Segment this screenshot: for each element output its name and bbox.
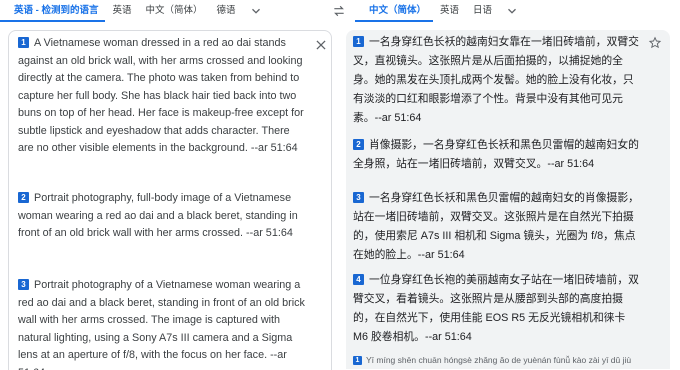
- paragraph-text: Portrait photography, full-body image of…: [18, 192, 298, 239]
- close-icon[interactable]: [314, 38, 328, 52]
- paragraph-number-badge: 3: [18, 279, 29, 290]
- star-icon[interactable]: [648, 36, 662, 50]
- paragraph-number-badge: 1: [353, 36, 364, 47]
- chevron-down-icon[interactable]: [505, 4, 519, 18]
- translation-paragraph: 2 肖像摄影，一名身穿红色长袄和黑色贝雷帽的越南妇女的全身照，站在一堵旧砖墙前，双…: [353, 136, 643, 174]
- source-paragraph: 3 Portrait photography of a Vietnamese wo…: [18, 277, 306, 370]
- tab-source-german[interactable]: 德语: [209, 0, 242, 22]
- paragraph-text: 一位身穿红色长袍的美丽越南女子站在一堵旧砖墙前，双臂交叉，看着镜头。这张照片是从…: [353, 274, 639, 343]
- pinyin-transliteration: 1 Yī míng shēn chuān hóngsè zhǎng ǎo de y…: [353, 355, 653, 365]
- source-paragraph: 1A Vietnamese woman dressed in a red ao …: [18, 35, 306, 158]
- paragraph-number-badge: 1: [18, 37, 29, 48]
- translation-pane: 1 一名身穿红色长袄的越南妇女靠在一堵旧砖墙前，双臂交叉，直视镜头。这张照片是从后…: [346, 30, 670, 369]
- paragraph-number-badge: 2: [353, 139, 364, 150]
- pinyin-text: Yī míng shēn chuān hóngsè zhǎng ǎo de yu…: [366, 355, 632, 365]
- paragraph-text: Portrait photography of a Vietnamese wom…: [18, 279, 305, 370]
- paragraph-number-badge: 3: [353, 192, 364, 203]
- paragraph-number-badge: 2: [18, 192, 29, 203]
- paragraph-text: 一名身穿红色长袄和黑色贝雷帽的越南妇女的肖像摄影，站在一堵旧砖墙前，双臂交叉。这…: [353, 192, 639, 261]
- paragraph-text: A Vietnamese woman dressed in a red ao d…: [18, 37, 304, 154]
- paragraph-text: 一名身穿红色长袄的越南妇女靠在一堵旧砖墙前，双臂交叉，直视镜头。这张照片是从后面…: [353, 36, 639, 124]
- paragraph-text: 肖像摄影，一名身穿红色长袄和黑色贝雷帽的越南妇女的全身照，站在一堵旧砖墙前，双臂…: [353, 139, 639, 170]
- translation-paragraph: 1 一名身穿红色长袄的越南妇女靠在一堵旧砖墙前，双臂交叉，直视镜头。这张照片是从后…: [353, 33, 643, 128]
- tab-target-japanese[interactable]: 日语: [466, 0, 499, 22]
- tab-detected-language[interactable]: 英语 - 检测到的语言: [0, 0, 106, 22]
- paragraph-number-badge: 4: [353, 274, 364, 285]
- swap-icon[interactable]: [332, 4, 346, 18]
- translation-paragraph: 3 一名身穿红色长袄和黑色贝雷帽的越南妇女的肖像摄影，站在一堵旧砖墙前，双臂交叉。…: [353, 189, 643, 265]
- tab-target-chinese[interactable]: 中文（简体）: [355, 0, 434, 22]
- target-language-bar: 中文（简体） 英语 日语: [355, 0, 680, 22]
- tab-source-english[interactable]: 英语: [105, 0, 138, 22]
- paragraph-number-badge: 1: [353, 356, 362, 365]
- tab-target-english[interactable]: 英语: [433, 0, 466, 22]
- translation-paragraph: 4 一位身穿红色长袍的美丽越南女子站在一堵旧砖墙前，双臂交叉，看着镜头。这张照片是…: [353, 271, 643, 347]
- source-text-pane[interactable]: 1A Vietnamese woman dressed in a red ao …: [8, 30, 332, 370]
- source-language-bar: 英语 - 检测到的语言 英语 中文（简体） 德语: [0, 0, 320, 22]
- chevron-down-icon[interactable]: [249, 4, 263, 18]
- tab-source-chinese[interactable]: 中文（简体）: [138, 0, 209, 22]
- source-paragraph: 2 Portrait photography, full-body image o…: [18, 190, 306, 243]
